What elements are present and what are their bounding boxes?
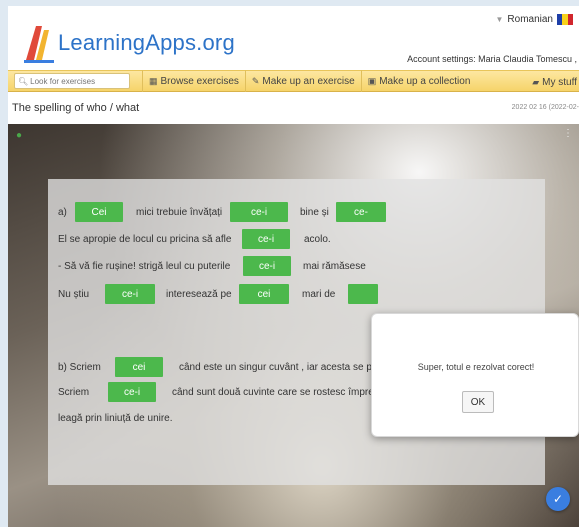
a-label: a) [58, 207, 67, 218]
language-label: Romanian [507, 14, 553, 25]
dropdown-caret-icon: ▼ [495, 15, 504, 24]
app-status-icon: ● [16, 130, 23, 141]
search-box[interactable]: 🔍︎ [14, 73, 130, 89]
answer-chip[interactable]: Cei [75, 202, 123, 222]
ok-button[interactable]: OK [462, 391, 494, 413]
sentence-text: - Să vă fie rușine! strigă leul cu puter… [58, 261, 231, 272]
make-exercise-button[interactable]: ✎ Make up an exercise [244, 70, 361, 92]
browse-exercises-button[interactable]: ▦ Browse exercises [142, 70, 245, 92]
my-stuff-label: My stuff [542, 76, 577, 88]
header: LearningApps.org ▼ Romanian Account sett… [8, 6, 579, 70]
sentence-text: b) Scriem [58, 362, 101, 373]
collection-icon: ▣ [367, 75, 377, 86]
success-dialog: Super, totul e rezolvat corect! OK [371, 313, 579, 437]
logo-text: LearningApps.org [58, 30, 235, 55]
romania-flag-icon [557, 14, 573, 25]
answer-chip[interactable]: ce-i [105, 284, 155, 304]
answer-chip[interactable]: ce-i [108, 382, 156, 402]
answer-chip[interactable]: ce-i [242, 229, 290, 249]
sentence-text: Nu știu [58, 289, 90, 300]
answer-chip[interactable]: cei [115, 357, 163, 377]
title-row: The spelling of who / what 2022 02 16 (2… [8, 98, 579, 120]
logo-pencil-icon [24, 26, 54, 63]
answer-chip[interactable]: ce- [336, 202, 386, 222]
answer-chip[interactable]: cei [239, 284, 289, 304]
my-stuff-button[interactable]: ▰ My stuff [532, 71, 577, 93]
success-message: Super, totul e rezolvat corect! [417, 362, 535, 372]
account-settings-link[interactable]: Account settings: Maria Claudia Tomescu … [407, 54, 577, 64]
folder-icon: ▰ [532, 76, 540, 87]
make-collection-label: Make up a collection [379, 75, 471, 87]
page-frame: LearningApps.org ▼ Romanian Account sett… [8, 6, 579, 527]
app-area: ● ⋮ a) Cei mici trebuie învățați ce-i bi… [8, 124, 579, 527]
search-input[interactable] [30, 76, 127, 86]
sentence-text: acolo. [304, 234, 331, 245]
date-stamp: 2022 02 16 (2022-02- [511, 104, 579, 111]
sentence-text: Scriem [58, 387, 90, 398]
logo[interactable]: LearningApps.org [22, 16, 242, 64]
sentence-text: leagă prin liniuță de unire. [58, 413, 173, 424]
search-icon: 🔍︎ [18, 76, 29, 86]
make-exercise-label: Make up an exercise [262, 75, 355, 87]
answer-chip[interactable] [348, 284, 378, 304]
pencil-icon: ✎ [251, 75, 260, 86]
answer-chip[interactable]: ce-i [230, 202, 288, 222]
sentence-text: El se apropie de locul cu pricina să afl… [58, 234, 232, 245]
page-title: The spelling of who / what [12, 102, 140, 114]
toolbar: 🔍︎ ▦ Browse exercises ✎ Make up an exerc… [8, 70, 579, 92]
browse-label: Browse exercises [160, 75, 239, 87]
sentence-text: mari de [302, 289, 336, 300]
app-menu-icon[interactable]: ⋮ [563, 128, 573, 139]
answer-chip[interactable]: ce-i [243, 256, 291, 276]
sentence-text: mai rămăsese [303, 261, 366, 272]
sentence-text: interesează pe [166, 289, 232, 300]
sentence-text: mici trebuie învățați [136, 207, 223, 218]
sentence-text: bine și [300, 207, 329, 218]
check-badge-icon[interactable]: ✓ [546, 487, 570, 511]
language-selector[interactable]: ▼ Romanian [495, 14, 573, 25]
grid-icon: ▦ [149, 75, 158, 86]
make-collection-button[interactable]: ▣ Make up a collection [360, 70, 477, 92]
